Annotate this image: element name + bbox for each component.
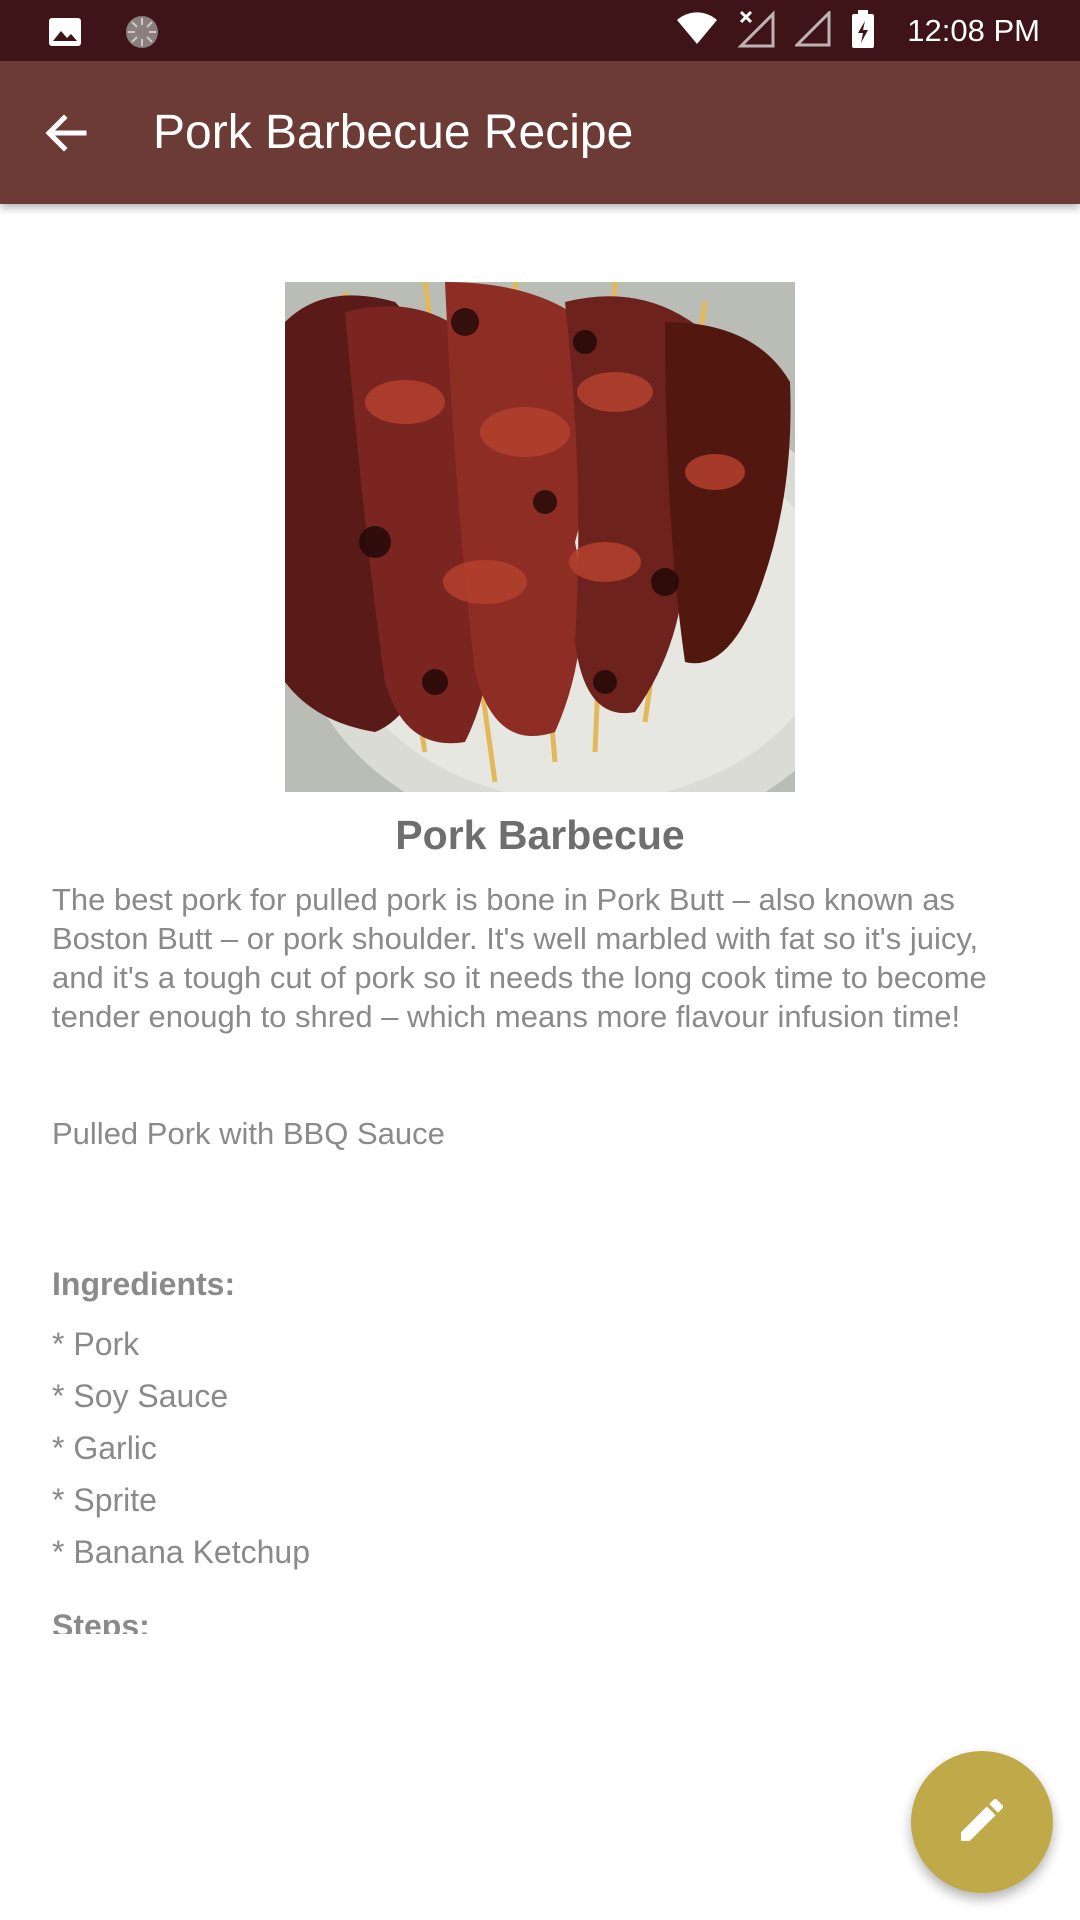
battery-charging-icon	[851, 9, 875, 54]
ingredients-heading: Ingredients:	[52, 1266, 236, 1302]
ingredients-list: * Pork * Soy Sauce * Garlic * Sprite * B…	[52, 1318, 310, 1578]
list-item: * Pork	[52, 1326, 140, 1362]
app-bar: Pork Barbecue Recipe	[0, 61, 1080, 204]
recipe-description: The best pork for pulled pork is bone in…	[52, 882, 987, 1034]
status-bar: 12:08 PM	[0, 0, 1080, 61]
wifi-icon	[675, 11, 719, 51]
edit-pencil-icon	[954, 1792, 1010, 1853]
no-signal-icon	[737, 9, 777, 53]
arrow-back-icon	[40, 114, 92, 163]
recipe-image	[285, 282, 795, 792]
list-item: * Garlic	[52, 1430, 157, 1466]
recipe-content[interactable]: Pork Barbecue The best pork for pulled p…	[0, 204, 1080, 1634]
loading-icon	[124, 14, 160, 55]
recipe-title: Pork Barbecue	[395, 812, 685, 858]
status-time: 12:08 PM	[907, 13, 1040, 48]
list-item: * Sprite	[52, 1482, 157, 1518]
recipe-subtitle: Pulled Pork with BBQ Sauce	[52, 1116, 445, 1151]
edit-button[interactable]	[911, 1751, 1053, 1893]
page-title: Pork Barbecue Recipe	[153, 106, 634, 159]
image-icon	[48, 17, 82, 52]
list-item: * Banana Ketchup	[52, 1534, 310, 1570]
back-button[interactable]	[40, 107, 92, 159]
signal-icon	[793, 8, 833, 52]
steps-heading: Steps:	[52, 1608, 150, 1634]
list-item: * Soy Sauce	[52, 1378, 229, 1414]
